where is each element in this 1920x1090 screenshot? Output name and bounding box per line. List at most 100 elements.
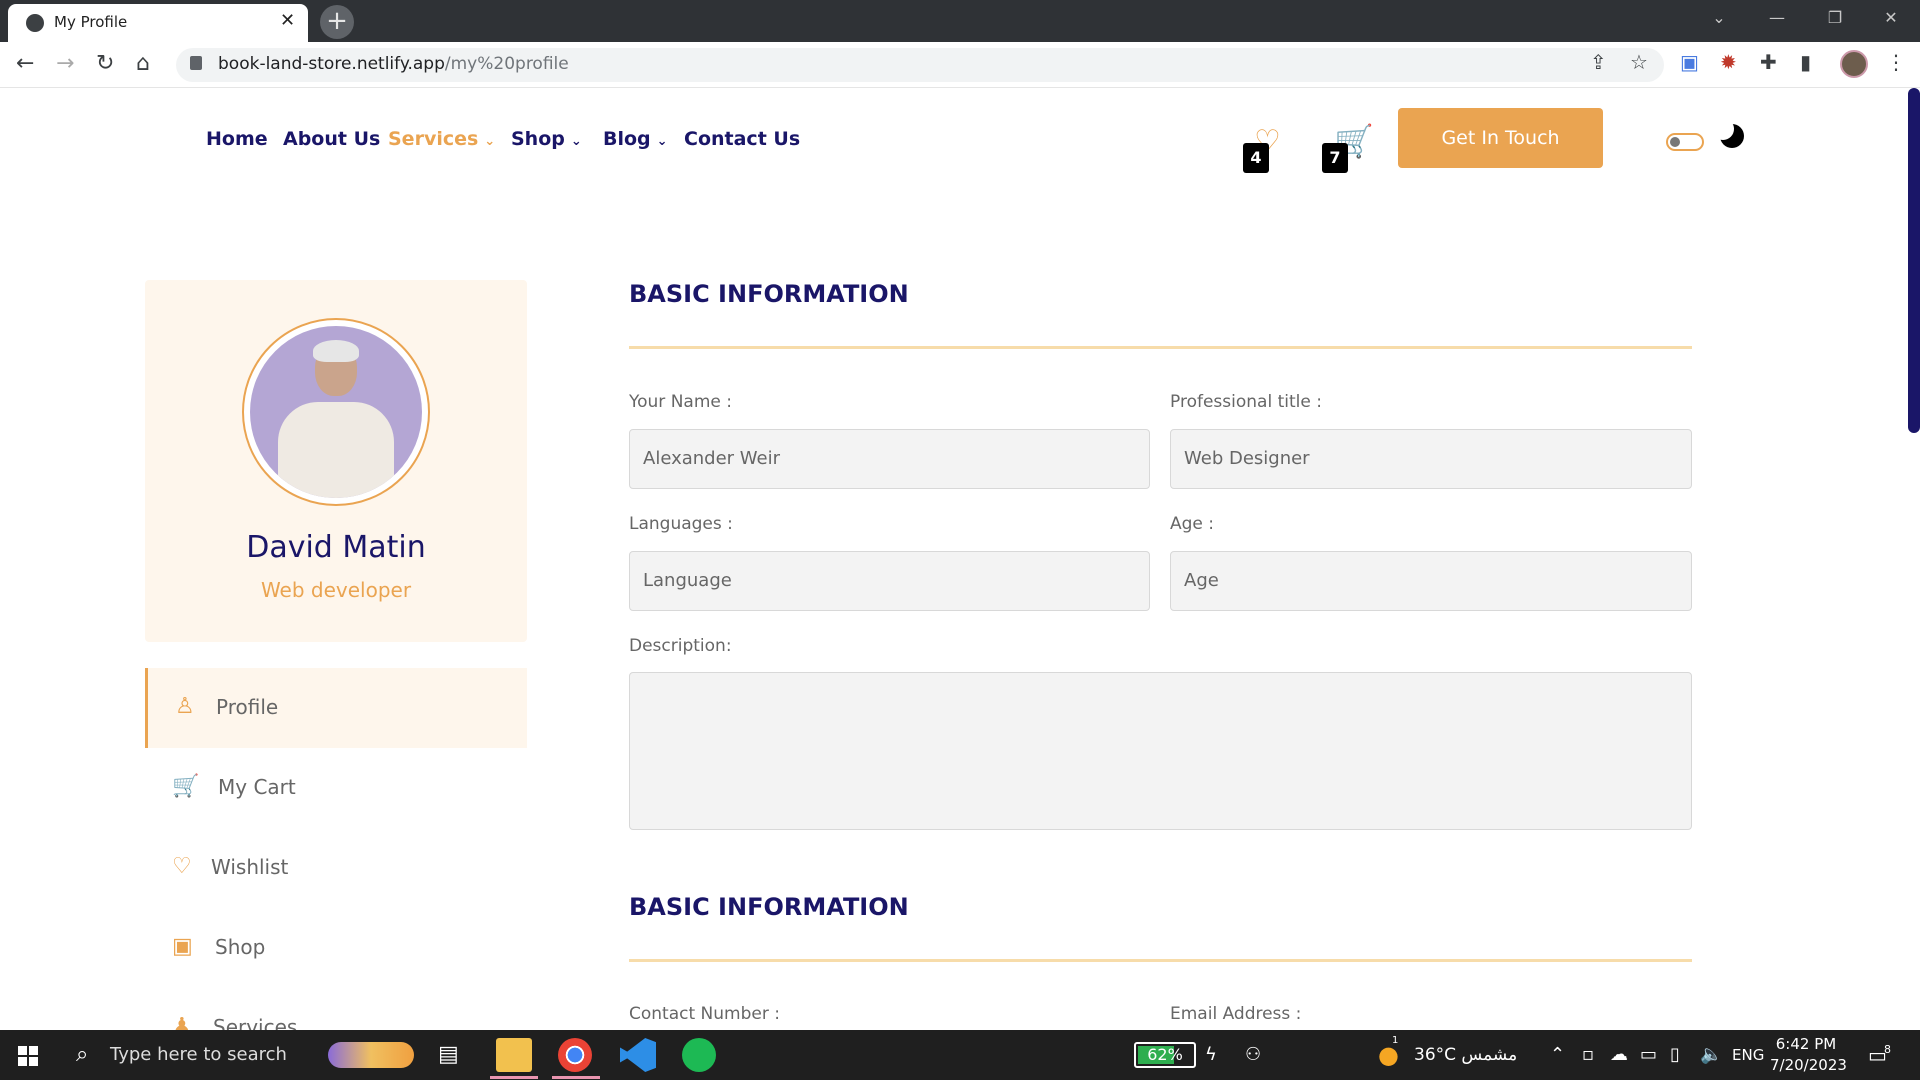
new-tab-button[interactable]: + <box>320 5 354 39</box>
chrome-icon[interactable] <box>552 1038 600 1079</box>
name-input[interactable]: Alexander Weir <box>629 429 1150 489</box>
tab-title: My Profile <box>54 13 128 31</box>
get-in-touch-button[interactable]: Get In Touch <box>1398 108 1603 168</box>
contact-number-label: Contact Number : <box>629 1004 780 1024</box>
theme-toggle[interactable] <box>1666 133 1704 151</box>
back-icon[interactable]: ← <box>16 51 34 76</box>
site-header: Home About Us Services ⌄ Shop ⌄ Blog ⌄ Cont… <box>0 88 1908 188</box>
people-icon[interactable]: ⚇ <box>1245 1030 1261 1080</box>
menu-services[interactable]: Services ⌄ <box>388 128 495 150</box>
file-explorer-icon[interactable] <box>490 1038 538 1079</box>
age-input[interactable]: Age <box>1170 551 1692 611</box>
battery-percent: 62% <box>1147 1045 1183 1064</box>
moon-icon-cutout <box>1712 118 1734 140</box>
battery-indicator[interactable]: 62% <box>1134 1042 1196 1068</box>
notification-count: 8 <box>1884 1043 1891 1056</box>
app-running-indicator <box>490 1076 538 1079</box>
close-window-button[interactable]: ✕ <box>1862 0 1920 38</box>
profile-name: David Matin <box>246 530 426 565</box>
globe-icon <box>26 14 44 32</box>
extensions-icon[interactable]: ✚ <box>1760 50 1777 74</box>
search-highlight-icon[interactable] <box>328 1042 414 1068</box>
page-scrollbar[interactable] <box>1908 88 1920 433</box>
tab-close-icon[interactable]: ✕ <box>280 10 295 31</box>
browser-tab[interactable]: My Profile ✕ <box>8 4 308 42</box>
sidebar-item-label: Wishlist <box>211 855 289 879</box>
url-text[interactable]: book-land-store.netlify.app/my%20profile <box>218 54 569 74</box>
vscode-icon[interactable] <box>620 1038 656 1072</box>
briefcase-icon: ▣ <box>172 934 193 959</box>
languages-input[interactable]: Language <box>629 551 1150 611</box>
section-divider <box>629 959 1692 962</box>
sidebar-item-profile[interactable]: ♙ Profile <box>145 668 527 748</box>
address-bar[interactable]: book-land-store.netlify.app/my%20profile <box>176 48 1664 82</box>
sidebar-item-shop[interactable]: ▣ Shop <box>145 908 527 988</box>
name-label: Your Name : <box>629 392 732 412</box>
menu-home[interactable]: Home <box>206 128 268 150</box>
sidebar-item-label: My Cart <box>218 775 296 799</box>
professional-title-input[interactable]: Web Designer <box>1170 429 1692 489</box>
sidebar-item-label: Profile <box>216 695 279 719</box>
menu-shop[interactable]: Shop ⌄ <box>511 128 582 150</box>
section-title-contact-info: BASIC INFORMATION <box>629 893 909 921</box>
cart-icon: 🛒 <box>172 774 200 799</box>
professional-title-label: Professional title : <box>1170 392 1322 412</box>
restore-button[interactable]: ❐ <box>1806 0 1864 38</box>
bookmark-star-icon[interactable]: ☆ <box>1630 50 1648 74</box>
more-menu-icon[interactable]: ⋮ <box>1886 50 1906 74</box>
toggle-knob <box>1670 137 1680 147</box>
menu-about-us[interactable]: About Us <box>283 128 380 150</box>
share-icon[interactable]: ⇪ <box>1590 50 1607 74</box>
menu-contact-us[interactable]: Contact Us <box>684 128 800 150</box>
cart-count-badge: 7 <box>1322 143 1348 173</box>
section-title-basic-info: BASIC INFORMATION <box>629 280 909 308</box>
translate-icon[interactable]: ▣ <box>1680 50 1699 74</box>
chevron-down-icon: ⌄ <box>484 134 496 149</box>
description-label: Description: <box>629 636 732 656</box>
avatar <box>250 326 422 498</box>
browser-profile-avatar[interactable] <box>1840 50 1868 78</box>
sidebar-item-wishlist[interactable]: ♡ Wishlist <box>145 828 527 908</box>
home-icon[interactable]: ⌂ <box>136 51 150 76</box>
side-panel-icon[interactable]: ▮ <box>1800 50 1811 74</box>
windows-taskbar: ⌕ Type here to search ▤ 62% ϟ ⚇ ● 1 36°C… <box>0 1030 1920 1080</box>
volume-icon[interactable]: 🔈 <box>1700 1030 1722 1080</box>
weather-text[interactable]: 36°C مشمس <box>1414 1030 1517 1080</box>
avatar-ring <box>242 318 430 506</box>
app-running-indicator <box>552 1076 600 1079</box>
chevron-up-icon[interactable]: ⌃ <box>1550 1030 1565 1080</box>
battery-tray-icon[interactable]: ▭ <box>1640 1030 1657 1080</box>
spotify-icon[interactable] <box>682 1038 716 1072</box>
taskbar-search-box[interactable]: Type here to search <box>110 1030 287 1080</box>
menu-blog[interactable]: Blog ⌄ <box>603 128 668 150</box>
meet-icon[interactable]: ▫ <box>1582 1030 1594 1080</box>
description-textarea[interactable] <box>629 672 1692 830</box>
age-label: Age : <box>1170 514 1215 534</box>
search-icon[interactable]: ⌕ <box>76 1030 88 1080</box>
network-icon[interactable]: ▯ <box>1670 1030 1680 1080</box>
sidebar-item-label: Shop <box>215 935 266 959</box>
avatar-body <box>278 402 394 498</box>
minimize-button[interactable]: — <box>1748 0 1806 38</box>
taskbar-clock[interactable]: 6:42 PM 7/20/2023 <box>1770 1034 1847 1076</box>
forward-icon[interactable]: → <box>56 51 74 76</box>
language-indicator[interactable]: ENG <box>1732 1030 1764 1080</box>
color-extension-icon[interactable]: ✹ <box>1720 50 1737 74</box>
profile-role: Web developer <box>260 578 412 602</box>
heart-icon: ♡ <box>172 854 192 879</box>
sidebar-item-services[interactable]: ♟ Services <box>145 988 527 1030</box>
reload-icon[interactable]: ↻ <box>96 51 114 76</box>
tab-search-icon[interactable]: ⌄ <box>1690 0 1748 38</box>
onedrive-icon[interactable]: ☁ <box>1610 1030 1628 1080</box>
chevron-down-icon: ⌄ <box>570 134 582 149</box>
email-address-label: Email Address : <box>1170 1004 1302 1024</box>
languages-label: Languages : <box>629 514 733 534</box>
section-divider <box>629 346 1692 349</box>
user-icon: ♙ <box>175 694 195 719</box>
task-view-icon[interactable]: ▤ <box>438 1030 459 1080</box>
windows-start-icon[interactable] <box>18 1046 38 1066</box>
sidebar-item-my-cart[interactable]: 🛒 My Cart <box>145 748 527 828</box>
clock-time: 6:42 PM <box>1775 1035 1837 1053</box>
bell-icon: ♟ <box>172 1014 192 1030</box>
profile-card: David Matin Web developer <box>145 280 527 642</box>
